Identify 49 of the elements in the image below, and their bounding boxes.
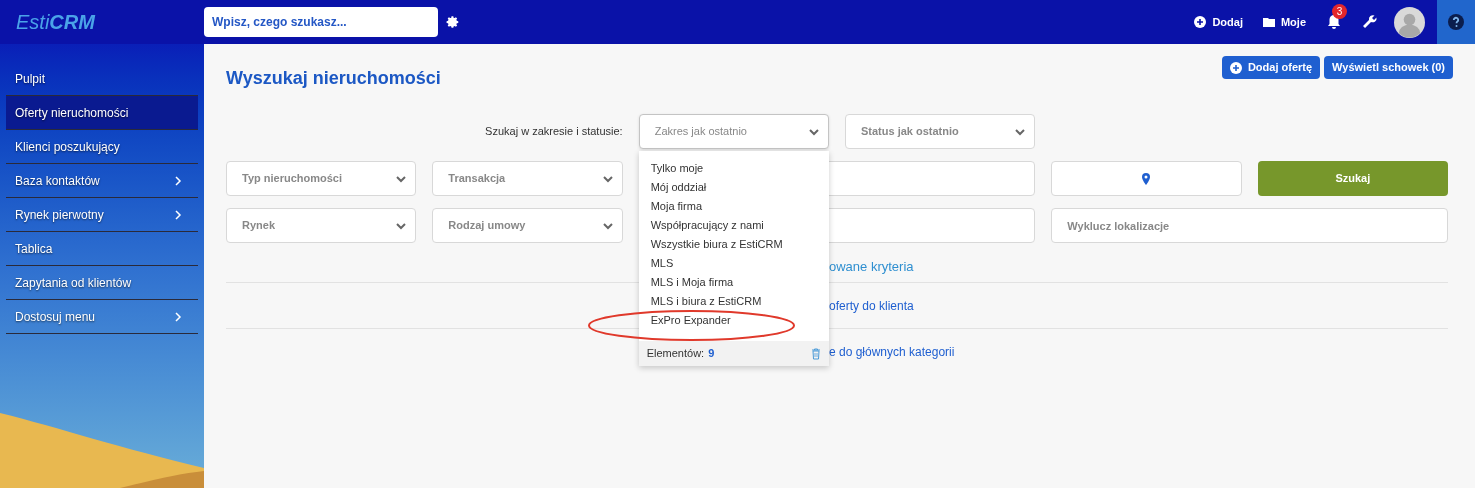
page-title: Wyszukaj nieruchomości xyxy=(226,67,441,90)
filter-select[interactable]: Rynek xyxy=(226,208,417,243)
folder-button[interactable]: Moje xyxy=(1262,13,1306,31)
sidebar-item[interactable]: Rynek pierwotny xyxy=(6,198,198,232)
dropdown-option[interactable]: Współpracujący z nami xyxy=(638,216,829,235)
search-button[interactable]: Szukaj xyxy=(1257,161,1448,196)
dropdown-option[interactable]: Tylko moje xyxy=(638,159,829,178)
dropdown-option[interactable]: Moja firma xyxy=(638,197,829,216)
link[interactable]: owane kryteria xyxy=(829,256,914,277)
dropdown-option[interactable]: ExPro Expander xyxy=(638,311,829,330)
logo[interactable]: EstiCRM xyxy=(16,11,95,33)
sidebar-item[interactable]: Klienci poszukujący xyxy=(6,130,198,164)
dropdown-option[interactable]: MLS xyxy=(638,254,829,273)
help-button[interactable] xyxy=(1437,0,1475,44)
sidebar-item[interactable]: Tablica xyxy=(6,232,198,266)
sidebar-item[interactable]: Oferty nieruchomości xyxy=(6,96,198,130)
dropdown-option[interactable]: Mój oddział xyxy=(638,178,829,197)
plus-circle-icon xyxy=(1194,16,1207,28)
clipboard-button[interactable]: Wyświetl schowek (0) xyxy=(1324,56,1453,79)
filter-select[interactable]: Typ nieruchomości xyxy=(226,161,417,196)
notification-badge: 3 xyxy=(1332,4,1347,19)
filter-select[interactable]: Transakcja xyxy=(432,161,623,196)
filter-select[interactable]: Rodzaj umowy xyxy=(432,208,623,243)
sidebar-item[interactable]: Dostosuj menu xyxy=(6,300,198,334)
scope-label: Szukaj w zakresie i statusie: xyxy=(485,124,623,140)
avatar-icon[interactable] xyxy=(1394,6,1425,38)
items-count: 9 xyxy=(708,346,715,362)
sidebar-item[interactable]: Baza kontaktów xyxy=(6,164,198,198)
map-pin-icon xyxy=(1142,172,1151,185)
dropdown-option[interactable]: Wszystkie biura z EstiCRM xyxy=(638,235,829,254)
text-field[interactable]: Wyklucz lokalizacje xyxy=(1051,208,1448,243)
trash-icon[interactable] xyxy=(811,347,821,360)
settings-icon[interactable] xyxy=(446,15,460,29)
add-button[interactable]: Dodaj xyxy=(1194,13,1243,31)
sidebar-item[interactable]: Zapytania od klientów xyxy=(6,266,198,300)
wrench-icon[interactable] xyxy=(1362,14,1378,30)
location-field[interactable] xyxy=(1051,161,1242,196)
items-count-label: Elementów: xyxy=(646,346,705,362)
folder-icon xyxy=(1262,17,1275,27)
dropdown-option[interactable]: MLS i biura z EstiCRM xyxy=(638,292,829,311)
link[interactable]: e do głównych kategorii xyxy=(829,342,955,361)
add-offer-button[interactable]: Dodaj ofertę xyxy=(1221,56,1321,79)
status-select[interactable]: Status jak ostatnio xyxy=(845,114,1036,149)
link[interactable]: oferty do klienta xyxy=(829,296,914,315)
dropdown-option[interactable]: MLS i Moja firma xyxy=(638,273,829,292)
help-icon xyxy=(1448,14,1464,30)
plus-circle-icon xyxy=(1229,61,1242,74)
search-field[interactable]: Wpisz, czego szukasz... xyxy=(204,7,438,37)
range-select[interactable]: Zakres jak ostatnio xyxy=(638,114,829,149)
